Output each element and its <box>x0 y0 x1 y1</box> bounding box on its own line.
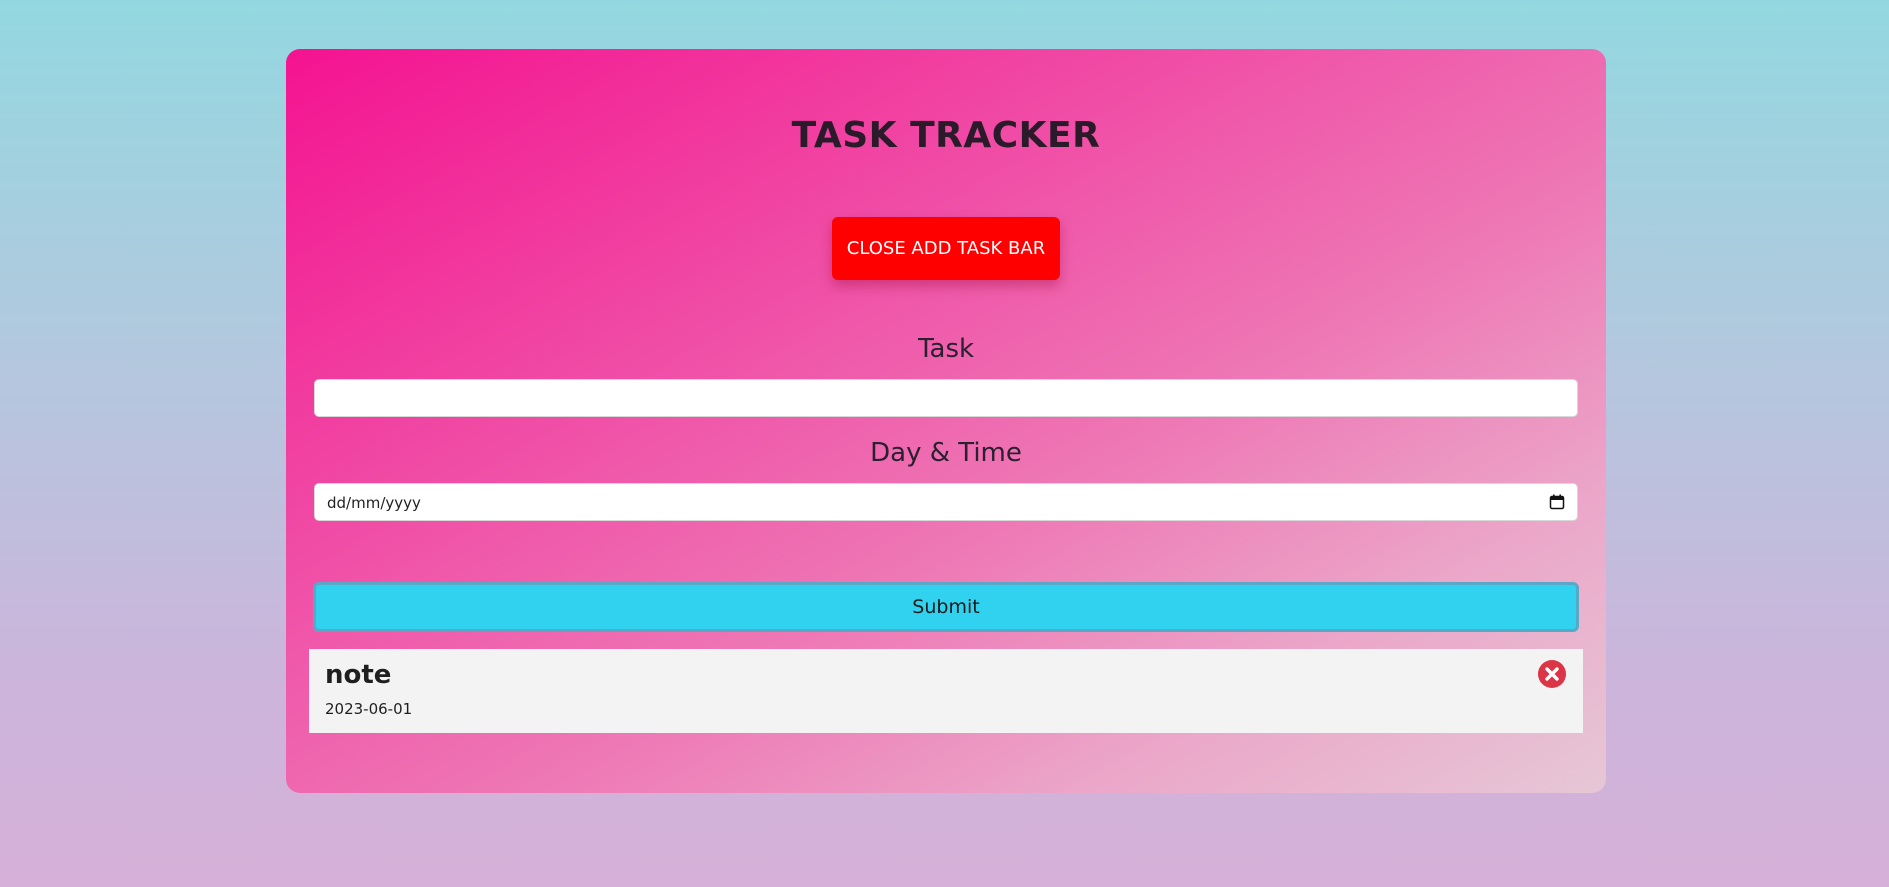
page-title: TASK TRACKER <box>791 115 1101 156</box>
close-add-task-bar-button[interactable]: CLOSE ADD TASK BAR <box>832 217 1060 280</box>
task-item-date: 2023-06-01 <box>325 700 413 718</box>
task-label: Task <box>917 334 975 364</box>
calendar-icon[interactable] <box>1549 494 1565 510</box>
submit-button[interactable]: Submit <box>313 582 1579 632</box>
task-input[interactable] <box>314 379 1578 417</box>
date-placeholder: dd/mm/yyyy <box>327 494 421 512</box>
day-time-input[interactable]: dd/mm/yyyy <box>314 483 1578 521</box>
day-time-label: Day & Time <box>870 438 1022 468</box>
close-circle-icon[interactable] <box>1537 659 1567 689</box>
task-item-name: note <box>325 660 392 690</box>
task-tracker-card: TASK TRACKER CLOSE ADD TASK BAR Task Day… <box>286 49 1606 793</box>
task-item[interactable]: note 2023-06-01 <box>309 649 1583 733</box>
